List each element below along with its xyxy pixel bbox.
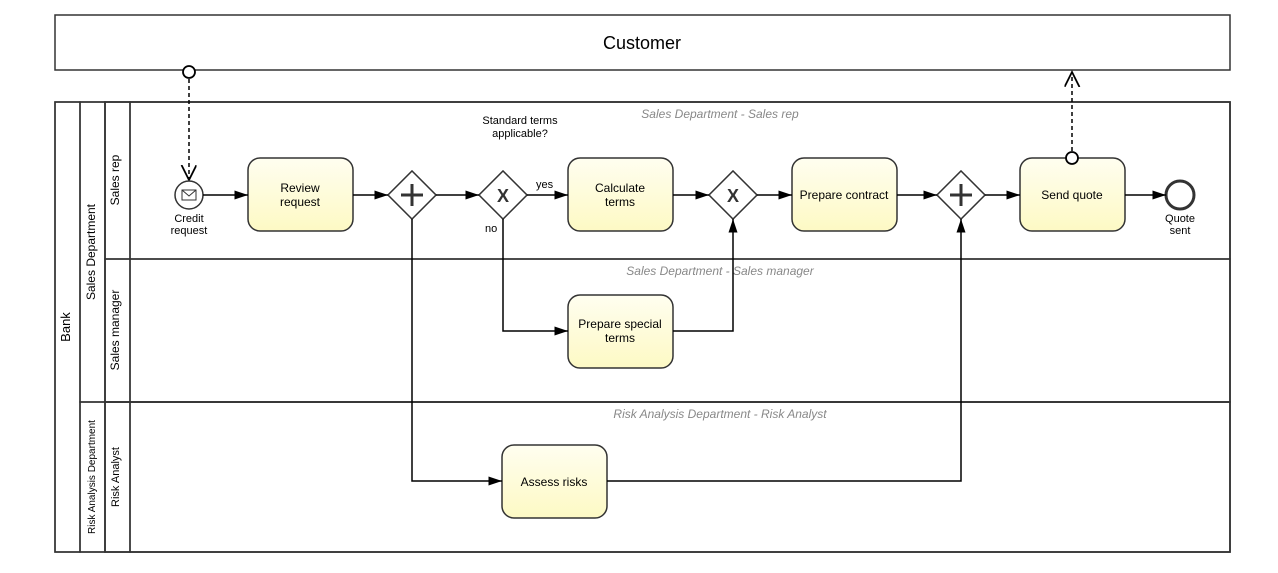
lane-sales-dept-title: Sales Department <box>84 203 98 300</box>
svg-text:terms: terms <box>605 195 635 209</box>
task-send-quote-label: Send quote <box>1041 188 1103 202</box>
lane-risk-dept <box>105 402 1230 552</box>
task-assess-risks-label: Assess risks <box>521 475 588 489</box>
svg-text:request: request <box>280 195 321 209</box>
gateway-parallel-split <box>388 171 436 219</box>
svg-text:Prepare special: Prepare special <box>578 317 661 331</box>
pool-bank-title: Bank <box>58 312 73 342</box>
gateway-question-l1: Standard terms <box>482 115 558 127</box>
gateway-exclusive-split: X <box>479 171 527 219</box>
pool-customer-title: Customer <box>603 33 681 53</box>
task-prepare-contract-label: Prepare contract <box>800 188 889 202</box>
svg-text:X: X <box>727 186 739 206</box>
lane-risk-analyst-title: Risk Analyst <box>110 447 122 507</box>
gateway-yes-label: yes <box>536 179 554 191</box>
gateway-parallel-join <box>937 171 985 219</box>
lane-sales-mgr-note: Sales Department - Sales manager <box>626 264 814 278</box>
svg-text:terms: terms <box>605 331 635 345</box>
lane-risk-analyst <box>130 402 1230 552</box>
lane-sales-mgr-title: Sales manager <box>108 290 122 371</box>
svg-text:X: X <box>497 186 509 206</box>
lane-sales-rep-note: Sales Department - Sales rep <box>641 107 799 121</box>
svg-text:sent: sent <box>1170 225 1191 237</box>
end-event <box>1166 181 1194 209</box>
gateway-question-l2: applicable? <box>492 128 548 140</box>
svg-text:Review: Review <box>280 181 320 195</box>
gateway-no-label: no <box>485 223 497 235</box>
start-event-label2: request <box>171 225 208 237</box>
lane-risk-dept-title: Risk Analysis Department <box>87 420 98 534</box>
lane-risk-analyst-note: Risk Analysis Department - Risk Analyst <box>613 407 827 421</box>
lane-sales-rep-title: Sales rep <box>108 154 122 205</box>
gateway-exclusive-join: X <box>709 171 757 219</box>
svg-text:Quote: Quote <box>1165 213 1195 225</box>
svg-text:Calculate: Calculate <box>595 181 645 195</box>
flow-ex1-no-to-special <box>503 219 568 331</box>
start-event-label1: Credit <box>174 213 203 225</box>
bpmn-diagram: Customer Bank Sales Department Sales rep… <box>0 0 1278 573</box>
